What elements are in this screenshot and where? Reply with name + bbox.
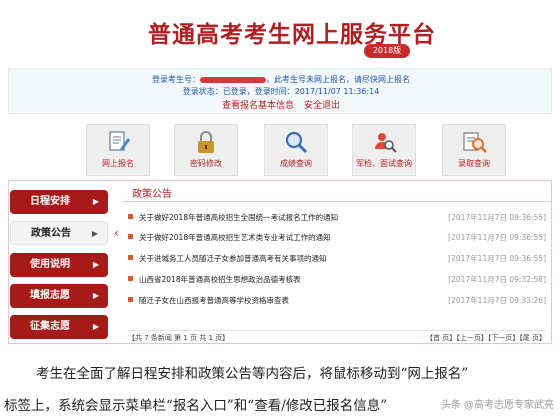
sidebar-item-label: 政策公告 xyxy=(31,228,71,239)
news-item[interactable]: 随迁子女在山西报考普通高等学校资格审查表 [2017年11月7日 09:33:2… xyxy=(128,293,546,308)
login-status-value: 已登录， xyxy=(222,87,255,96)
menu-label: 成绩查询 xyxy=(280,159,312,168)
menu-label: 军检、面试查询 xyxy=(356,159,412,168)
policy-heading: 政策公告 xyxy=(132,189,172,200)
pager-summary: 【共 7 条新闻 第 1 页 共 1 页】 xyxy=(128,334,230,342)
watermark: 头条 @高考志愿专家武亮 xyxy=(440,400,554,411)
caption-line-2: 标签上，系统会显示菜单栏“报名入口”和“查看/修改已报名信息” xyxy=(4,398,388,414)
bullet-icon xyxy=(128,297,133,302)
login-number-note: ，此考生号未网上报名，请尽快网上报名 xyxy=(266,75,410,84)
year-badge: 2018版 xyxy=(364,44,410,58)
article-caption: 考生在全面了解日程安排和政策公告等内容后，将鼠标移动到“网上报名” 标签上，系统… xyxy=(0,352,560,420)
news-date: [2017年11月7日 09:33:26] xyxy=(448,296,546,305)
news-title[interactable]: 山西省2018年普通高校招生思想政治品德考核表 xyxy=(139,274,301,285)
magnifier-icon xyxy=(285,131,308,154)
logout-link[interactable]: 安全退出 xyxy=(304,101,340,111)
policy-section-header: 政策公告 xyxy=(122,180,552,202)
news-item[interactable]: 关于做好2018年普通高校招生全国统一考试报名工作的通知 [2017年11月7日… xyxy=(128,210,546,225)
arrow-right-icon: ▶ xyxy=(92,291,99,300)
caption-line-1: 考生在全面了解日程安排和政策公告等内容后，将鼠标移动到“网上报名” xyxy=(36,366,469,382)
login-info-panel: 登录考生号： ，此考生号未网上报名，请尽快网上报名 登录状态：已登录，登录时间：2… xyxy=(8,68,552,114)
arrow-right-icon: ▶ xyxy=(92,260,99,269)
login-status-line: 登录状态：已登录，登录时间：2017/11/07 11:36:14 xyxy=(9,86,553,97)
sidebar-item-policy[interactable]: 政策公告 ▶ xyxy=(10,221,108,245)
bullet-icon xyxy=(128,276,133,281)
news-item[interactable]: 关于做好2018年普通高校招生艺术类专业考试工作的通知 [2017年11月7日 … xyxy=(128,230,546,245)
site-header: 普通高考考生网上服务平台 2018版 xyxy=(0,0,560,66)
sidebar-item-label: 填报志愿 xyxy=(30,290,70,301)
bullet-icon xyxy=(128,214,133,219)
login-number-label: 登录考生号： xyxy=(152,75,200,84)
menu-label: 网上报名 xyxy=(102,159,134,168)
sidebar-item-supplementary[interactable]: 征集志愿 ▶ xyxy=(10,315,108,339)
news-title[interactable]: 关于做好2018年普通高校招生艺术类专业考试工作的通知 xyxy=(139,232,331,243)
news-title[interactable]: 关于进城务工人员随迁子女参加普通高考有关事项的通知 xyxy=(139,253,327,264)
bullet-icon xyxy=(128,234,133,239)
sidebar-item-label: 使用说明 xyxy=(30,259,70,270)
arrow-right-icon: ▶ xyxy=(92,197,99,206)
news-item[interactable]: 山西省2018年普通高校招生思想政治品德考核表 [2017年11月7日 09:3… xyxy=(128,272,546,287)
sidebar-item-application[interactable]: 填报志愿 ▶ xyxy=(10,284,108,308)
news-date: [2017年11月7日 09:36:55] xyxy=(448,213,546,222)
arrow-right-icon: ▶ xyxy=(92,322,99,331)
pagination: 【共 7 条新闻 第 1 页 共 1 页】 【首 页】【上一页】【下一页】【尾 … xyxy=(128,330,546,343)
sidebar-item-schedule[interactable]: 日程安排 ▶ xyxy=(10,190,108,214)
menu-military-interview-query[interactable]: 军检、面试查询 xyxy=(352,124,416,176)
sidebar-item-label: 征集志愿 xyxy=(30,321,70,332)
menu-label: 密码修改 xyxy=(190,159,222,168)
news-date: [2017年11月7日 09:32:58] xyxy=(448,275,546,284)
news-item[interactable]: 关于进城务工人员随迁子女参加普通高考有关事项的通知 [2017年11月7日 09… xyxy=(128,251,546,266)
form-edit-icon xyxy=(109,131,130,151)
bullet-icon xyxy=(128,255,133,260)
main-menu: 网上报名 密码修改 成绩查询 军检、面试查询 录取查询 xyxy=(86,124,508,176)
sidebar-item-instructions[interactable]: 使用说明 ▶ xyxy=(10,253,108,277)
news-title[interactable]: 关于做好2018年普通高校招生全国统一考试报名工作的通知 xyxy=(139,212,338,223)
admission-search-icon xyxy=(463,132,487,153)
pager-nav[interactable]: 【首 页】【上一页】【下一页】【尾 页】 xyxy=(426,333,546,343)
login-links-line: 查看报名基本信息 安全退出 xyxy=(9,98,553,111)
menu-online-registration[interactable]: 网上报名 xyxy=(86,124,150,176)
person-search-icon xyxy=(375,133,397,153)
menu-password-change[interactable]: 密码修改 xyxy=(174,124,238,176)
news-date: [2017年11月7日 09:36:55] xyxy=(448,233,546,242)
login-time-label: 登录时间： xyxy=(254,87,295,96)
login-time-value: 2017/11/07 11:36:14 xyxy=(294,87,380,96)
padlock-icon xyxy=(198,131,214,153)
login-number-line: 登录考生号： ，此考生号未网上报名，请尽快网上报名 xyxy=(9,74,553,85)
menu-label: 录取查询 xyxy=(458,159,490,168)
active-pointer-icon: ‹ xyxy=(114,226,119,240)
news-title[interactable]: 随迁子女在山西报考普通高等学校资格审查表 xyxy=(139,295,289,306)
menu-score-query[interactable]: 成绩查询 xyxy=(264,124,328,176)
arrow-right-icon: ▶ xyxy=(91,229,98,238)
login-status-label: 登录状态： xyxy=(182,87,223,96)
view-info-link[interactable]: 查看报名基本信息 xyxy=(222,101,294,111)
news-date: [2017年11月7日 09:36:55] xyxy=(448,254,546,263)
redacted-candidate-number xyxy=(200,76,266,83)
sidebar-item-label: 日程安排 xyxy=(30,196,70,207)
menu-admission-query[interactable]: 录取查询 xyxy=(442,124,506,176)
